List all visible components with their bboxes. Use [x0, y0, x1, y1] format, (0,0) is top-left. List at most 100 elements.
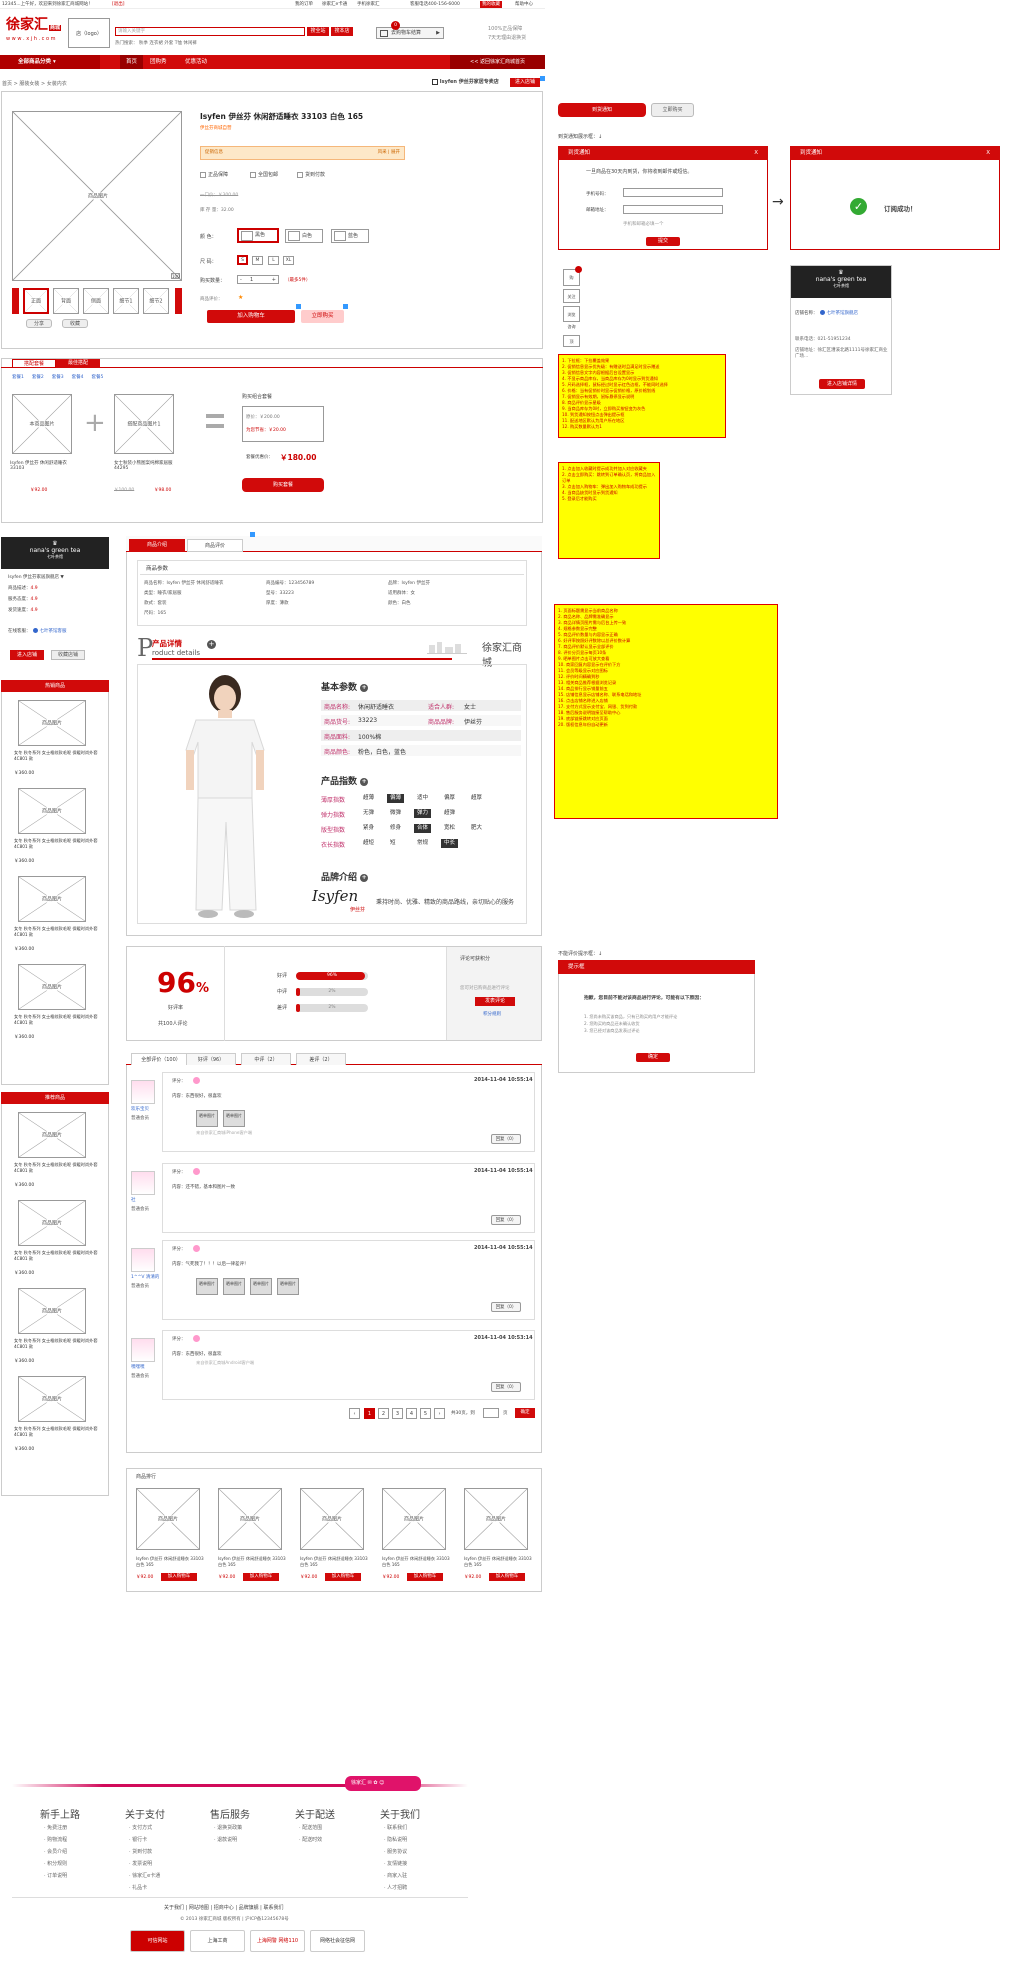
search-site-button[interactable]: 搜全站	[307, 27, 329, 36]
page-number[interactable]: 5	[420, 1408, 431, 1419]
avatar[interactable]	[131, 1338, 155, 1362]
page-number[interactable]: 3	[392, 1408, 403, 1419]
add-to-cart-button[interactable]: 加入购物车	[207, 310, 295, 323]
buy-combo-button[interactable]: 购买套餐	[242, 478, 324, 492]
thumb-front[interactable]: 正面	[23, 288, 49, 314]
share-button[interactable]: 分享	[26, 319, 52, 328]
logout-link[interactable]: [退出]	[112, 0, 125, 9]
reply-button[interactable]: 回复（0）	[491, 1382, 521, 1392]
footer-link[interactable]: · 退款说明	[214, 1836, 237, 1843]
bundle-group[interactable]: 套餐3	[52, 375, 64, 380]
review-tab[interactable]: 差评（2）	[296, 1053, 346, 1065]
avatar[interactable]	[131, 1080, 155, 1104]
top-link-help[interactable]: 帮助中心	[515, 0, 533, 9]
review-tab[interactable]: 全部评价（100）	[131, 1053, 191, 1065]
nav-promotions[interactable]: 优惠活动	[185, 55, 207, 69]
footer-link[interactable]: · 人才招聘	[384, 1884, 407, 1891]
store-side-enter-button[interactable]: 进入店铺	[10, 650, 44, 660]
rec-item-name[interactable]: 女冬 秋冬系列 女士格纹款毛呢 保暖时尚外套 4C801 款	[14, 1250, 98, 1261]
footer-link[interactable]: · 积分规则	[44, 1860, 67, 1867]
ranking-item-name[interactable]: Isyfen 伊丝芬 休闲舒适睡衣 33103 白色 165	[464, 1556, 536, 1567]
top-link-ecard[interactable]: 徐家汇e卡通	[322, 0, 347, 9]
store-card-enter-button[interactable]: 进入店铺详情	[819, 379, 865, 389]
thumb-detail-1[interactable]: 细节1	[113, 288, 139, 314]
ranking-item-name[interactable]: Isyfen 伊丝芬 休闲舒适睡衣 33103 白色 165	[136, 1556, 208, 1567]
ranking-add-cart-button[interactable]: 加入购物车	[325, 1573, 361, 1581]
comment-user[interactable]: 社	[131, 1197, 136, 1203]
ranking-add-cart-button[interactable]: 加入购物车	[161, 1573, 197, 1581]
breadcrumb[interactable]: 首页 > 服装女装 > 女装内衣	[2, 80, 67, 87]
expand-icon[interactable]: +	[207, 640, 216, 649]
review-photo[interactable]: 晒单图片	[223, 1278, 245, 1295]
footer-link[interactable]: · 银行卡	[129, 1836, 147, 1843]
size-l[interactable]: L	[268, 256, 279, 265]
ranking-item-name[interactable]: Isyfen 伊丝芬 休闲舒适睡衣 33103 白色 165	[218, 1556, 290, 1567]
reply-button[interactable]: 回复（0）	[491, 1215, 521, 1225]
thumb-side[interactable]: 侧面	[83, 288, 109, 314]
nav-group-buy[interactable]: 团购秀	[150, 55, 167, 69]
comment-user[interactable]: 1^^V 清清的	[131, 1274, 159, 1280]
footer-links[interactable]: 关于我们 | 网站地图 | 招商中心 | 品牌旗舰 | 联系我们	[164, 1904, 283, 1911]
thumb-back[interactable]: 背面	[53, 288, 79, 314]
bundle-tab-best[interactable]: 最佳搭配	[56, 359, 100, 368]
bundle-group[interactable]: 套餐1	[12, 375, 24, 380]
footer-link[interactable]: · 货到付款	[129, 1848, 152, 1855]
avatar[interactable]	[131, 1248, 155, 1272]
reply-button[interactable]: 回复（0）	[491, 1134, 521, 1144]
arrival-submit-button[interactable]: 提交	[646, 237, 680, 246]
hot-item-name[interactable]: 女冬 秋冬系列 女士格纹款毛呢 保暖时尚外套 4C801 款	[14, 926, 98, 937]
review-photo[interactable]: 晒单图片	[196, 1278, 218, 1295]
footer-link[interactable]: · 退换货政策	[214, 1824, 242, 1831]
qty-minus-button[interactable]: -	[240, 276, 242, 284]
expand-icon[interactable]: +	[360, 683, 369, 692]
footer-link[interactable]: · 徐家汇e卡通	[129, 1872, 160, 1879]
hot-item-image[interactable]: 商品图片	[18, 964, 86, 1010]
ranking-add-cart-button[interactable]: 加入购物车	[243, 1573, 279, 1581]
comment-user[interactable]: 嘿嘿嘿	[131, 1364, 145, 1370]
footer-link[interactable]: · 礼品卡	[129, 1884, 147, 1891]
buy-now-disabled-button[interactable]: 立即购买	[651, 103, 694, 117]
review-photo[interactable]: 晒单图片	[250, 1278, 272, 1295]
float-history-button[interactable]: 浏览	[563, 306, 580, 322]
ranking-item-image[interactable]: 商品图片	[382, 1488, 446, 1550]
float-cart-button[interactable]: 购	[563, 266, 582, 286]
cart-button[interactable]: 0 去购物车结算 ▶	[376, 21, 444, 39]
color-option-white[interactable]: 白色	[285, 229, 323, 243]
review-photo[interactable]: 晒单图片	[277, 1278, 299, 1295]
thumb-prev-button[interactable]	[12, 288, 19, 314]
review-photo[interactable]: 晒单图片	[223, 1110, 245, 1127]
page-prev-button[interactable]: ‹	[349, 1408, 360, 1419]
bundle-group[interactable]: 套餐2	[32, 375, 44, 380]
expand-icon[interactable]: +	[360, 873, 369, 882]
footer-link[interactable]: · 服务协议	[384, 1848, 407, 1855]
store-name-bar[interactable]: Isyfen 伊丝芬家居专卖店	[432, 78, 499, 85]
color-option-black[interactable]: 黑色	[237, 228, 279, 243]
rec-item-image[interactable]: 商品图片	[18, 1288, 86, 1334]
page-number[interactable]: 1	[364, 1408, 375, 1419]
bundle-match-image[interactable]: 搭配商品图片1	[114, 394, 174, 454]
tab-product-reviews[interactable]: 商品评价	[187, 539, 243, 552]
footer-link[interactable]: · 配送范围	[299, 1824, 322, 1831]
page-number[interactable]: 4	[406, 1408, 417, 1419]
eval-ok-button[interactable]: 确定	[636, 1053, 670, 1062]
footer-link[interactable]: · 购物流程	[44, 1836, 67, 1843]
hot-item-name[interactable]: 女冬 秋冬系列 女士格纹款毛呢 保暖时尚外套 4C801 款	[14, 838, 98, 849]
color-option-blue[interactable]: 蓝色	[331, 229, 369, 243]
rec-item-name[interactable]: 女冬 秋冬系列 女士格纹款毛呢 保暖时尚外套 4C801 款	[14, 1162, 98, 1173]
all-categories-button[interactable]: 全部商品分类 ▾	[0, 55, 100, 69]
ranking-item-image[interactable]: 商品图片	[136, 1488, 200, 1550]
close-icon[interactable]: X	[754, 146, 758, 160]
search-input[interactable]: 请输入关键字	[115, 27, 305, 36]
promo-more-link[interactable]: 风采 | 展开	[378, 147, 400, 159]
float-follow-button[interactable]: 关注	[563, 289, 580, 303]
page-next-button[interactable]: ›	[434, 1408, 445, 1419]
page-go-button[interactable]: 确定	[515, 1408, 535, 1418]
arrival-notice-button[interactable]: 到货通知	[558, 103, 646, 117]
ranking-item-image[interactable]: 商品图片	[218, 1488, 282, 1550]
review-photo[interactable]: 晒单图片	[196, 1110, 218, 1127]
bundle-item-image[interactable]: 本商品图片	[12, 394, 72, 454]
qty-stepper[interactable]: - 1 +	[237, 275, 279, 284]
trust-badge[interactable]: 网络社会征信网	[310, 1930, 365, 1952]
zoom-icon[interactable]: 100	[171, 273, 180, 279]
footer-link[interactable]: · 免费注册	[44, 1824, 67, 1831]
